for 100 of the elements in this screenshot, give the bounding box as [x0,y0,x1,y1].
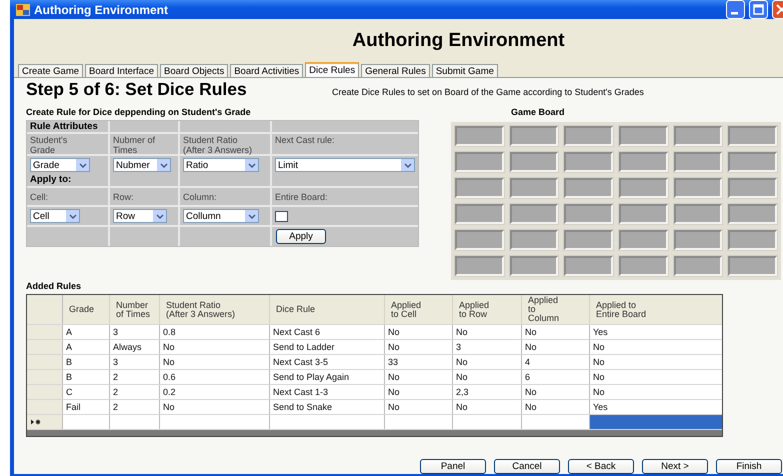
table-cell[interactable] [590,415,722,429]
board-cell[interactable] [564,204,613,224]
table-cell: No [522,340,590,354]
column-header[interactable]: Number of Times [110,295,160,324]
board-cell[interactable] [728,256,777,276]
board-cell[interactable] [510,152,558,172]
dropdown[interactable]: Ratio [183,158,259,172]
table-cell: 0.6 [160,370,270,384]
wizard-button[interactable]: Cancel [494,459,560,474]
wizard-button[interactable]: Next > [642,459,708,474]
board-cell[interactable] [674,256,722,276]
board-cell[interactable] [674,126,722,146]
table-cell: 2 [110,400,160,414]
close-icon[interactable] [772,0,783,19]
field-label: Student Ratio (After 3 Answers) [183,135,252,155]
column-header[interactable]: Applied to Row [453,295,522,324]
board-cell[interactable] [564,126,613,146]
column-header[interactable]: Applied to Cell [385,295,453,324]
dropdown[interactable]: Grade [30,158,90,172]
board-cell[interactable] [510,230,558,250]
board-cell[interactable] [619,256,668,276]
board-cell[interactable] [728,126,777,146]
field-label: Next Cast rule: [275,135,335,145]
board-cell[interactable] [564,230,613,250]
table-cell: 3 [453,340,522,354]
dropdown[interactable]: Nubmer [113,158,171,172]
tab[interactable]: Submit Game [432,64,498,77]
table-cell: 3 [110,355,160,369]
group-heading: Rule Attributes [30,121,98,132]
chevron-icon [160,162,168,168]
step-description: Create Dice Rules to set on Board of the Game according to Student's Grades [332,87,644,97]
board-cell[interactable] [455,204,504,224]
table-cell: B [63,370,110,384]
table-cell: Next Cast 1-3 [270,385,385,399]
board-cell[interactable] [564,256,613,276]
board-cell[interactable] [619,204,668,224]
board-cell[interactable] [510,178,558,198]
board-cell[interactable] [674,230,722,250]
column-header[interactable]: Student Ratio (After 3 Answers) [160,295,270,324]
board-cell[interactable] [455,178,504,198]
board-cell[interactable] [619,178,668,198]
board-cell[interactable] [674,152,722,172]
board-cell[interactable] [510,126,558,146]
tab[interactable]: Board Objects [160,64,228,77]
board-cell[interactable] [728,152,777,172]
table-cell-text: No [592,371,606,384]
board-cell[interactable] [510,256,558,276]
wizard-button[interactable]: < Back [568,459,634,474]
window-title: Authoring Environment [34,2,168,16]
board-cell[interactable] [619,152,668,172]
dropdown[interactable]: Limit [275,158,415,172]
tab[interactable]: Create Game [18,64,84,77]
table-cell: 6 [522,370,590,384]
board-cell[interactable] [728,230,777,250]
column-header[interactable]: Dice Rule [270,295,385,324]
table-cell-text: No [592,341,606,354]
column-header[interactable]: Applied to Column [522,295,590,324]
maximize-icon[interactable] [749,0,768,19]
wizard-button[interactable]: Finish [716,459,782,474]
board-cell[interactable] [510,204,558,224]
chevron-icon [248,214,256,218]
table-cell: No [385,385,453,399]
board-cell[interactable] [728,178,777,198]
dropdown[interactable]: Collumn [183,209,259,223]
board-cell[interactable] [619,230,668,250]
board-cell[interactable] [674,178,722,198]
tab[interactable]: General Rules [361,64,430,77]
board-cell[interactable] [455,126,504,146]
column-header[interactable]: Grade [63,295,110,324]
minimize-icon[interactable] [726,0,745,19]
row-header[interactable] [27,415,63,429]
board-cell[interactable] [455,230,504,250]
board-cell[interactable] [455,152,504,172]
column-header[interactable]: Applied to Entire Board [590,295,722,324]
table-cell: 2 [110,385,160,399]
chevron-icon [404,162,412,168]
board-cell[interactable] [564,178,613,198]
table-cell: A [63,325,110,339]
dropdown[interactable]: Cell [30,209,80,223]
tab[interactable]: Dice Rules [305,62,360,77]
tab[interactable]: Board Interface [85,64,158,77]
apply-button[interactable]: Apply [276,229,326,244]
field-label: Row: [113,192,134,202]
checkbox[interactable] [275,210,288,222]
table-cell: 33 [385,355,453,369]
board-cell[interactable] [619,126,668,146]
table-cell: 3 [110,325,160,339]
table-cell: 2 [110,370,160,384]
table-cell: No [522,400,590,414]
table-cell: No [160,340,270,354]
board-cell[interactable] [564,152,613,172]
table-cell-text: No [592,386,606,399]
board-cell[interactable] [455,256,504,276]
wizard-button[interactable]: Panel [420,459,486,474]
board-cell[interactable] [728,204,777,224]
dropdown[interactable]: Row [113,209,167,223]
tab[interactable]: Board Activities [230,64,304,77]
app-icon [16,4,30,16]
chevron-icon [78,162,86,168]
board-cell[interactable] [674,204,722,224]
